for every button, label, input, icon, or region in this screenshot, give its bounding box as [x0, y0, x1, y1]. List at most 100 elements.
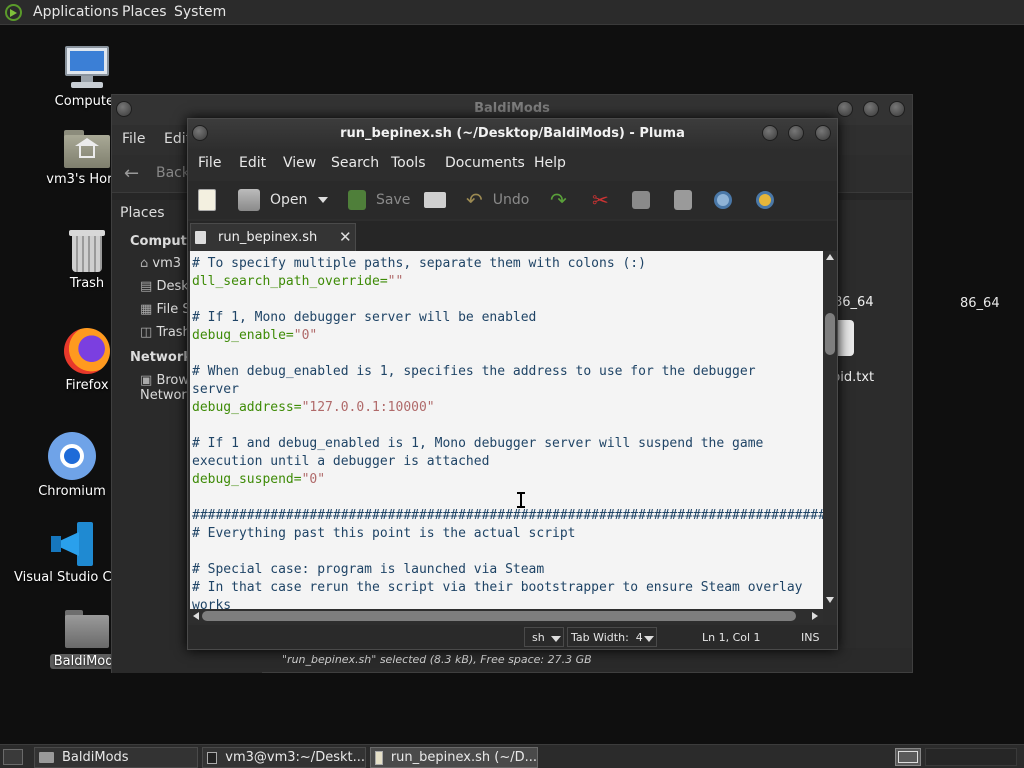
bottom-panel: BaldiMods vm3@vm3:~/Deskt... run_bepinex…: [0, 744, 1024, 768]
sidebar-item-home[interactable]: ⌂ vm3: [140, 256, 181, 271]
close-tab-icon[interactable]: ✕: [339, 228, 352, 246]
minimize-button[interactable]: [762, 125, 778, 141]
new-document-button[interactable]: [198, 188, 216, 212]
save-button[interactable]: Save: [348, 188, 410, 212]
code-line: # In that case rerun the script via thei…: [192, 579, 802, 597]
open-folder-icon: [238, 189, 260, 211]
editor-titlebar[interactable]: run_bepinex.sh (~/Desktop/BaldiMods) - P…: [188, 119, 837, 149]
menu-edit[interactable]: Edit: [239, 155, 266, 171]
cursor-position: Ln 1, Col 1: [702, 631, 761, 644]
window-menu-button[interactable]: [116, 101, 132, 117]
code-comment: # When debug_enabled is 1, specifies the…: [192, 364, 756, 379]
taskbar-label: BaldiMods: [62, 750, 129, 765]
print-icon: [424, 192, 446, 208]
scroll-left-icon: [193, 612, 199, 620]
find-button[interactable]: [714, 188, 732, 212]
code-string: "127.0.0.1:10000": [301, 400, 435, 415]
close-button[interactable]: [889, 101, 905, 117]
sidebar-item-trash[interactable]: ◫ Trash: [140, 325, 191, 340]
firefox-icon: [64, 328, 110, 374]
chromium-icon: [48, 432, 96, 480]
show-desktop-button[interactable]: [3, 749, 23, 765]
language-select[interactable]: sh: [524, 627, 564, 647]
copy-button[interactable]: [632, 188, 650, 212]
code-editor[interactable]: # To specify multiple paths, separate th…: [190, 251, 823, 609]
document-tabbar: run_bepinex.sh ✕: [188, 221, 837, 251]
menu-documents[interactable]: Documents: [445, 155, 525, 171]
code-comment: # In that case rerun the script via thei…: [192, 580, 803, 595]
menu-file[interactable]: File: [122, 131, 145, 147]
document-tab[interactable]: run_bepinex.sh ✕: [190, 223, 356, 251]
workspace-switcher[interactable]: [895, 748, 921, 766]
tab-width-select[interactable]: Tab Width: 4: [567, 627, 657, 647]
vertical-scrollbar[interactable]: [823, 251, 837, 609]
sidebar-section-network: Network: [130, 350, 192, 365]
menu-file[interactable]: File: [198, 155, 221, 171]
taskbar-item-terminal[interactable]: vm3@vm3:~/Deskt...: [202, 747, 366, 768]
code-line: debug_address="127.0.0.1:10000": [192, 399, 435, 417]
folder-small-icon: [39, 752, 54, 763]
code-comment: # If 1, Mono debugger server will be ena…: [192, 310, 537, 325]
text-editor-icon: [375, 750, 383, 765]
code-comment: execution until a debugger is attached: [192, 454, 490, 469]
close-button[interactable]: [815, 125, 831, 141]
code-string: "0": [293, 328, 318, 343]
open-label: Open: [270, 192, 308, 208]
status-text: "run_bepinex.sh" selected (8.3 kB), Free…: [282, 653, 592, 666]
copy-icon: [632, 191, 650, 209]
undo-label: Undo: [492, 192, 530, 208]
code-line: # To specify multiple paths, separate th…: [192, 255, 646, 273]
menu-system[interactable]: System: [174, 4, 226, 20]
code-line: debug_enable="0": [192, 327, 317, 345]
code-comment: # Special case: program is launched via …: [192, 562, 545, 577]
workspace-switcher-empty[interactable]: [925, 748, 1017, 766]
code-variable: debug_enable=: [192, 328, 294, 343]
horizontal-scroll-thumb[interactable]: [202, 611, 796, 621]
minimize-button[interactable]: [837, 101, 853, 117]
code-line: works: [192, 597, 231, 609]
file-item-label: 86_64: [960, 296, 1000, 311]
menu-tools[interactable]: Tools: [391, 155, 426, 171]
cut-button[interactable]: ✂: [592, 188, 609, 212]
back-icon[interactable]: ←: [124, 163, 139, 184]
code-comment: ########################################…: [192, 508, 823, 523]
taskbar-item-pluma[interactable]: run_bepinex.sh (~/D...: [370, 747, 538, 768]
taskbar-item-baldimods[interactable]: BaldiMods: [34, 747, 198, 768]
code-line: execution until a debugger is attached: [192, 453, 489, 471]
menu-help[interactable]: Help: [534, 155, 566, 171]
maximize-button[interactable]: [863, 101, 879, 117]
horizontal-scrollbar[interactable]: [190, 609, 823, 623]
window-menu-button[interactable]: [192, 125, 208, 141]
text-editor-window[interactable]: run_bepinex.sh (~/Desktop/BaldiMods) - P…: [187, 118, 838, 650]
file-item-label: pid.txt: [832, 370, 875, 385]
code-comment: # If 1 and debug_enabled is 1, Mono debu…: [192, 436, 764, 451]
maximize-button[interactable]: [788, 125, 804, 141]
undo-button[interactable]: ↶ Undo: [466, 188, 529, 212]
menu-places[interactable]: Places: [122, 4, 167, 20]
mate-logo-icon[interactable]: [5, 4, 22, 21]
menu-applications[interactable]: Applications: [33, 4, 119, 20]
menu-view[interactable]: View: [283, 155, 316, 171]
redo-button[interactable]: ↷: [550, 188, 567, 212]
code-line: # When debug_enabled is 1, specifies the…: [192, 363, 756, 381]
print-button[interactable]: [424, 188, 446, 212]
vertical-scroll-thumb[interactable]: [825, 313, 835, 355]
open-dropdown-button[interactable]: [318, 188, 328, 212]
find-replace-icon: [756, 191, 774, 209]
vscode-icon: [51, 522, 95, 566]
insert-mode: INS: [801, 631, 820, 644]
menu-search[interactable]: Search: [331, 155, 379, 171]
scissors-icon: ✂: [592, 188, 609, 212]
sidebar-header[interactable]: Places: [120, 205, 165, 221]
code-variable: dll_search_path_override=: [192, 274, 388, 289]
back-button[interactable]: Back: [156, 165, 190, 181]
open-button[interactable]: Open: [238, 188, 307, 212]
code-line: dll_search_path_override="": [192, 273, 403, 291]
code-line: # Everything past this point is the actu…: [192, 525, 576, 543]
find-replace-button[interactable]: [756, 188, 774, 212]
code-variable: debug_suspend=: [192, 472, 302, 487]
tab-width-value: Tab Width: 4: [571, 631, 643, 644]
desktop-icon-chromium[interactable]: Chromium: [22, 432, 122, 499]
code-comment: # To specify multiple paths, separate th…: [192, 256, 646, 271]
paste-button[interactable]: [674, 188, 692, 212]
